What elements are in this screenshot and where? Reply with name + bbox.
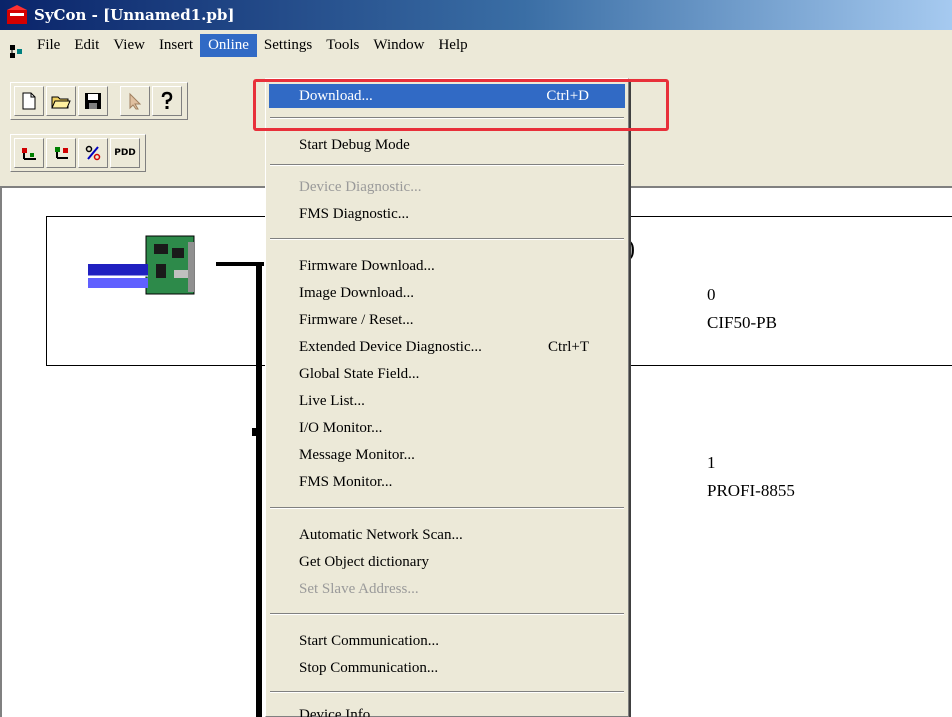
pointer-button[interactable] xyxy=(120,86,150,116)
master-address: 0 xyxy=(707,285,716,304)
extended-diagnostic-shortcut: Ctrl+T xyxy=(548,339,589,355)
menu-fms-monitor[interactable]: FMS Monitor... xyxy=(269,470,625,494)
menu-window[interactable]: Window xyxy=(366,35,431,56)
menu-separator xyxy=(270,238,624,240)
menu-bar: File Edit View Insert Online Settings To… xyxy=(0,30,952,74)
sycon-app-icon xyxy=(7,5,27,24)
percent-button[interactable] xyxy=(78,138,108,168)
menu-extended-device-diagnostic[interactable]: Extended Device Diagnostic... Ctrl+T xyxy=(269,335,625,359)
window-title: SyCon - [Unnamed1.pb] xyxy=(34,6,235,24)
profibus-card-icon[interactable] xyxy=(84,234,202,300)
document-menu-icon[interactable] xyxy=(8,43,26,61)
cursor-icon xyxy=(129,92,142,110)
pdd-button[interactable]: PDD xyxy=(110,138,140,168)
menu-separator xyxy=(270,507,624,509)
online-menu: Download... Ctrl+D Start Debug Mode Devi… xyxy=(265,78,629,717)
menu-separator xyxy=(270,164,624,166)
menu-fms-diagnostic[interactable]: FMS Diagnostic... xyxy=(269,202,625,226)
menu-image-download[interactable]: Image Download... xyxy=(269,281,625,305)
menu-live-list[interactable]: Live List... xyxy=(269,389,625,413)
master-name: CIF50-PB xyxy=(707,313,777,332)
menu-device-info[interactable]: Device Info... xyxy=(269,703,625,717)
slave-tap xyxy=(252,428,258,436)
menu-start-debug-mode[interactable]: Start Debug Mode xyxy=(269,133,625,157)
insert-master-button[interactable] xyxy=(14,138,44,168)
menu-set-slave-address[interactable]: Set Slave Address... xyxy=(269,577,625,601)
insert-slave-button[interactable] xyxy=(46,138,76,168)
menu-io-monitor[interactable]: I/O Monitor... xyxy=(269,416,625,440)
insert-slave-icon xyxy=(55,147,68,159)
extended-diagnostic-label: Extended Device Diagnostic... xyxy=(299,339,482,355)
menu-tools[interactable]: Tools xyxy=(319,35,366,56)
network-toolbar: PDD xyxy=(10,134,146,172)
percent-icon xyxy=(85,145,101,161)
menu-stop-communication[interactable]: Stop Communication... xyxy=(269,656,625,680)
insert-master-icon xyxy=(22,148,36,160)
menu-get-object-dictionary[interactable]: Get Object dictionary xyxy=(269,550,625,574)
save-icon xyxy=(85,93,101,109)
menu-help[interactable]: Help xyxy=(431,35,474,56)
slave-name: PROFI-8855 xyxy=(707,481,795,500)
menu-file[interactable]: File xyxy=(30,35,67,56)
menu-edit[interactable]: Edit xyxy=(67,35,106,56)
save-button[interactable] xyxy=(78,86,108,116)
menu-firmware-reset[interactable]: Firmware / Reset... xyxy=(269,308,625,332)
menu-firmware-download[interactable]: Firmware Download... xyxy=(269,254,625,278)
slave-address: 1 xyxy=(707,453,716,472)
highlight-annotation xyxy=(253,79,669,131)
menu-device-diagnostic[interactable]: Device Diagnostic... xyxy=(269,175,625,199)
menu-message-monitor[interactable]: Message Monitor... xyxy=(269,443,625,467)
open-file-button[interactable] xyxy=(46,86,76,116)
menu-view[interactable]: View xyxy=(106,35,152,56)
standard-toolbar xyxy=(10,82,188,120)
help-icon xyxy=(161,91,173,109)
help-button[interactable] xyxy=(152,86,182,116)
menu-settings[interactable]: Settings xyxy=(257,35,319,56)
profibus-line xyxy=(256,262,262,717)
open-folder-icon xyxy=(51,96,71,109)
menu-separator xyxy=(270,613,624,615)
menu-insert[interactable]: Insert xyxy=(152,35,200,56)
new-file-icon xyxy=(22,92,36,110)
menu-global-state-field[interactable]: Global State Field... xyxy=(269,362,625,386)
menu-start-communication[interactable]: Start Communication... xyxy=(269,629,625,653)
menu-online[interactable]: Online xyxy=(200,33,257,57)
new-file-button[interactable] xyxy=(14,86,44,116)
menu-automatic-network-scan[interactable]: Automatic Network Scan... xyxy=(269,523,625,547)
title-bar: SyCon - [Unnamed1.pb] xyxy=(0,0,952,30)
pdd-icon: PDD xyxy=(114,148,136,158)
menu-separator xyxy=(270,691,624,693)
